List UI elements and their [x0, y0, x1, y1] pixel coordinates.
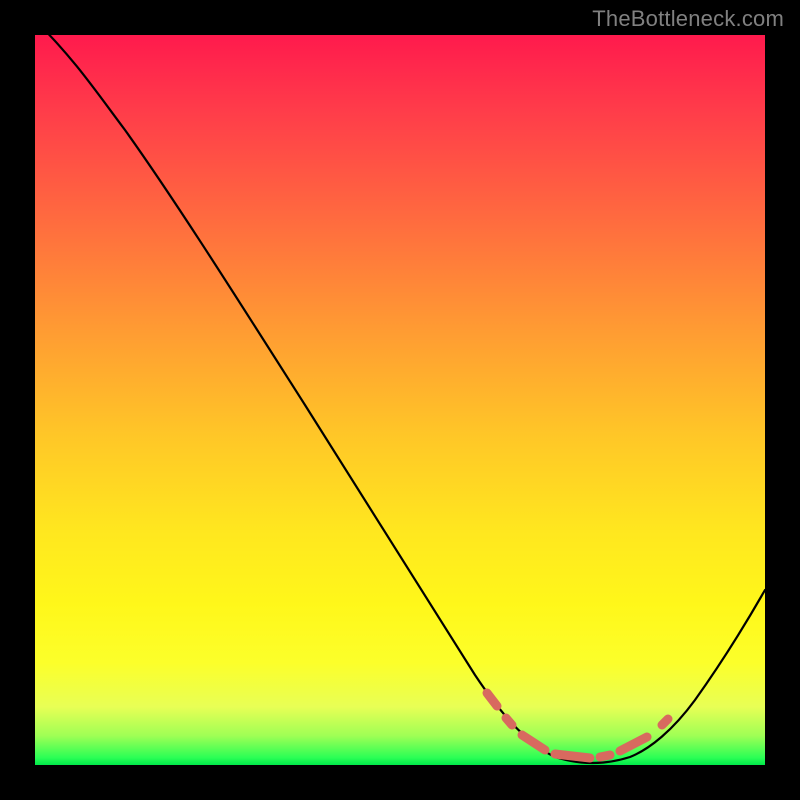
chart-frame: TheBottleneck.com: [0, 0, 800, 800]
plot-area: [35, 35, 765, 765]
curve-layer: [35, 35, 765, 765]
watermark-text: TheBottleneck.com: [592, 6, 784, 32]
optimal-zone-dashes: [487, 693, 668, 758]
bottleneck-curve: [35, 20, 765, 763]
